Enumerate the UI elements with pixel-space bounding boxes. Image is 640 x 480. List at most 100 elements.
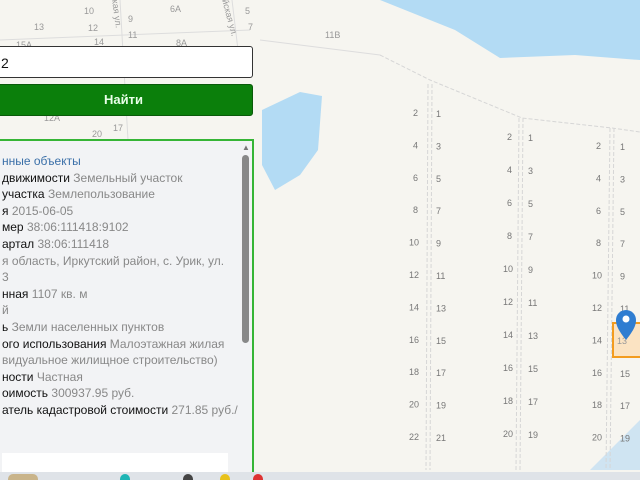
plot-number[interactable]: 14 bbox=[592, 335, 602, 345]
plot-number[interactable]: 2 bbox=[413, 108, 418, 118]
plot-number[interactable]: 21 bbox=[436, 433, 446, 443]
plot-number[interactable]: 9 bbox=[528, 265, 533, 275]
house-number: 11 bbox=[128, 30, 137, 40]
plot-number[interactable]: 5 bbox=[528, 199, 533, 209]
taskbar-app-icon[interactable] bbox=[220, 474, 230, 480]
plot-number[interactable]: 15 bbox=[620, 369, 630, 379]
found-objects-link[interactable]: нные объекты bbox=[2, 154, 81, 168]
info-row: нная 1107 кв. м bbox=[2, 286, 242, 303]
plot-number[interactable]: 6 bbox=[596, 206, 601, 216]
house-number: 12 bbox=[88, 23, 98, 33]
plot-number[interactable]: 16 bbox=[503, 363, 513, 373]
plot-number[interactable]: 7 bbox=[436, 206, 441, 216]
plot-number[interactable]: 9 bbox=[620, 272, 625, 282]
plot-number[interactable]: 3 bbox=[620, 174, 625, 184]
taskbar-app-icon[interactable] bbox=[120, 474, 130, 480]
info-value: я область, Иркутский район, с. Урик, ул. bbox=[2, 253, 225, 268]
plot-number[interactable]: 1 bbox=[620, 142, 625, 152]
taskbar-app-icon[interactable] bbox=[8, 474, 38, 480]
plot-number[interactable]: 12 bbox=[592, 303, 602, 313]
plot-number[interactable]: 15 bbox=[436, 336, 446, 346]
plot-number[interactable]: 12 bbox=[503, 297, 513, 307]
plot-number[interactable]: 6 bbox=[507, 198, 512, 208]
plot-number[interactable]: 7 bbox=[528, 232, 533, 242]
plot-number[interactable]: 18 bbox=[409, 367, 419, 377]
plot-number[interactable]: 13 bbox=[528, 331, 538, 341]
info-panel: нные объекты движимости Земельный участок… bbox=[0, 139, 254, 474]
plot-number[interactable]: 2 bbox=[596, 141, 601, 151]
plot-number[interactable]: 8 bbox=[507, 231, 512, 241]
plot-number[interactable]: 8 bbox=[413, 205, 418, 215]
plot-number[interactable]: 4 bbox=[413, 140, 418, 150]
plot-number[interactable]: 3 bbox=[436, 141, 441, 151]
info-row: движимости Земельный участок bbox=[2, 170, 242, 187]
taskbar-app-icon[interactable] bbox=[253, 474, 263, 480]
plot-number[interactable]: 12 bbox=[409, 270, 419, 280]
plot-number[interactable]: 20 bbox=[503, 429, 513, 439]
scrollbar-thumb[interactable] bbox=[242, 155, 249, 343]
info-value: 271.85 руб./ bbox=[171, 402, 238, 417]
plot-number[interactable]: 19 bbox=[620, 434, 630, 444]
plot-number[interactable]: 4 bbox=[507, 165, 512, 175]
plot-number[interactable]: 15 bbox=[528, 364, 538, 374]
info-value: й bbox=[2, 303, 9, 318]
info-row: участка Землепользование bbox=[2, 186, 242, 203]
info-label: ности bbox=[2, 369, 34, 384]
info-row: 3 bbox=[2, 269, 242, 286]
plot-number[interactable]: 5 bbox=[436, 174, 441, 184]
taskbar-app-icon[interactable] bbox=[183, 474, 193, 480]
plot-number[interactable]: 2 bbox=[507, 132, 512, 142]
plot-number[interactable]: 18 bbox=[592, 400, 602, 410]
info-label: артал bbox=[2, 236, 35, 251]
plot-number[interactable]: 8 bbox=[596, 238, 601, 248]
plot-number[interactable]: 14 bbox=[503, 330, 513, 340]
plot-number[interactable]: 14 bbox=[409, 302, 419, 312]
plot-number[interactable]: 9 bbox=[436, 239, 441, 249]
info-row: ности Частная bbox=[2, 369, 242, 386]
plot-number[interactable]: 19 bbox=[436, 401, 446, 411]
plot-number[interactable]: 1 bbox=[436, 109, 441, 119]
house-number: 20 bbox=[92, 129, 102, 139]
plot-number[interactable]: 18 bbox=[503, 396, 513, 406]
plot-number[interactable]: 19 bbox=[528, 430, 538, 440]
plot-number[interactable]: 22 bbox=[409, 432, 419, 442]
house-number: 11В bbox=[325, 30, 340, 40]
scroll-up-icon[interactable]: ▲ bbox=[242, 143, 250, 152]
plot-number[interactable]: 17 bbox=[436, 368, 446, 378]
plot-number[interactable]: 5 bbox=[620, 207, 625, 217]
plot-number[interactable]: 7 bbox=[620, 239, 625, 249]
info-value: Частная bbox=[36, 369, 83, 384]
plot-number[interactable]: 17 bbox=[528, 397, 538, 407]
info-row: й bbox=[2, 302, 242, 319]
plot-number[interactable]: 13 bbox=[436, 303, 446, 313]
info-label: мер bbox=[2, 220, 24, 235]
plot-number[interactable]: 1 bbox=[528, 133, 533, 143]
info-row: мер 38:06:111418:9102 bbox=[2, 219, 242, 236]
scrollbar[interactable]: ▲ bbox=[240, 141, 252, 472]
info-row: нные объекты bbox=[2, 153, 242, 170]
plot-number[interactable]: 20 bbox=[592, 433, 602, 443]
plot-number[interactable]: 4 bbox=[596, 173, 601, 183]
taskbar bbox=[0, 472, 640, 480]
find-button[interactable]: Найти bbox=[0, 84, 253, 116]
plot-number[interactable]: 20 bbox=[409, 400, 419, 410]
info-label: я bbox=[2, 203, 9, 218]
info-label: оимость bbox=[2, 386, 49, 401]
plot-number[interactable]: 16 bbox=[592, 368, 602, 378]
plot-number[interactable]: 16 bbox=[409, 335, 419, 345]
plot-number[interactable]: 11 bbox=[436, 271, 445, 281]
info-label: движимости bbox=[2, 170, 70, 185]
info-row: я 2015-06-05 bbox=[2, 203, 242, 220]
info-label: ого использования bbox=[2, 336, 107, 351]
cadastral-search-input[interactable]: 2 bbox=[0, 46, 253, 78]
info-value: 3 bbox=[2, 270, 9, 285]
info-row: я область, Иркутский район, с. Урик, ул. bbox=[2, 253, 242, 270]
plot-number[interactable]: 10 bbox=[409, 238, 419, 248]
plot-number[interactable]: 10 bbox=[592, 271, 602, 281]
plot-number[interactable]: 17 bbox=[620, 401, 630, 411]
plot-number[interactable]: 10 bbox=[503, 264, 513, 274]
plot-number[interactable]: 6 bbox=[413, 173, 418, 183]
plot-number[interactable]: 3 bbox=[528, 166, 533, 176]
plot-number[interactable]: 11 bbox=[528, 298, 537, 308]
house-number: 17 bbox=[113, 123, 123, 133]
